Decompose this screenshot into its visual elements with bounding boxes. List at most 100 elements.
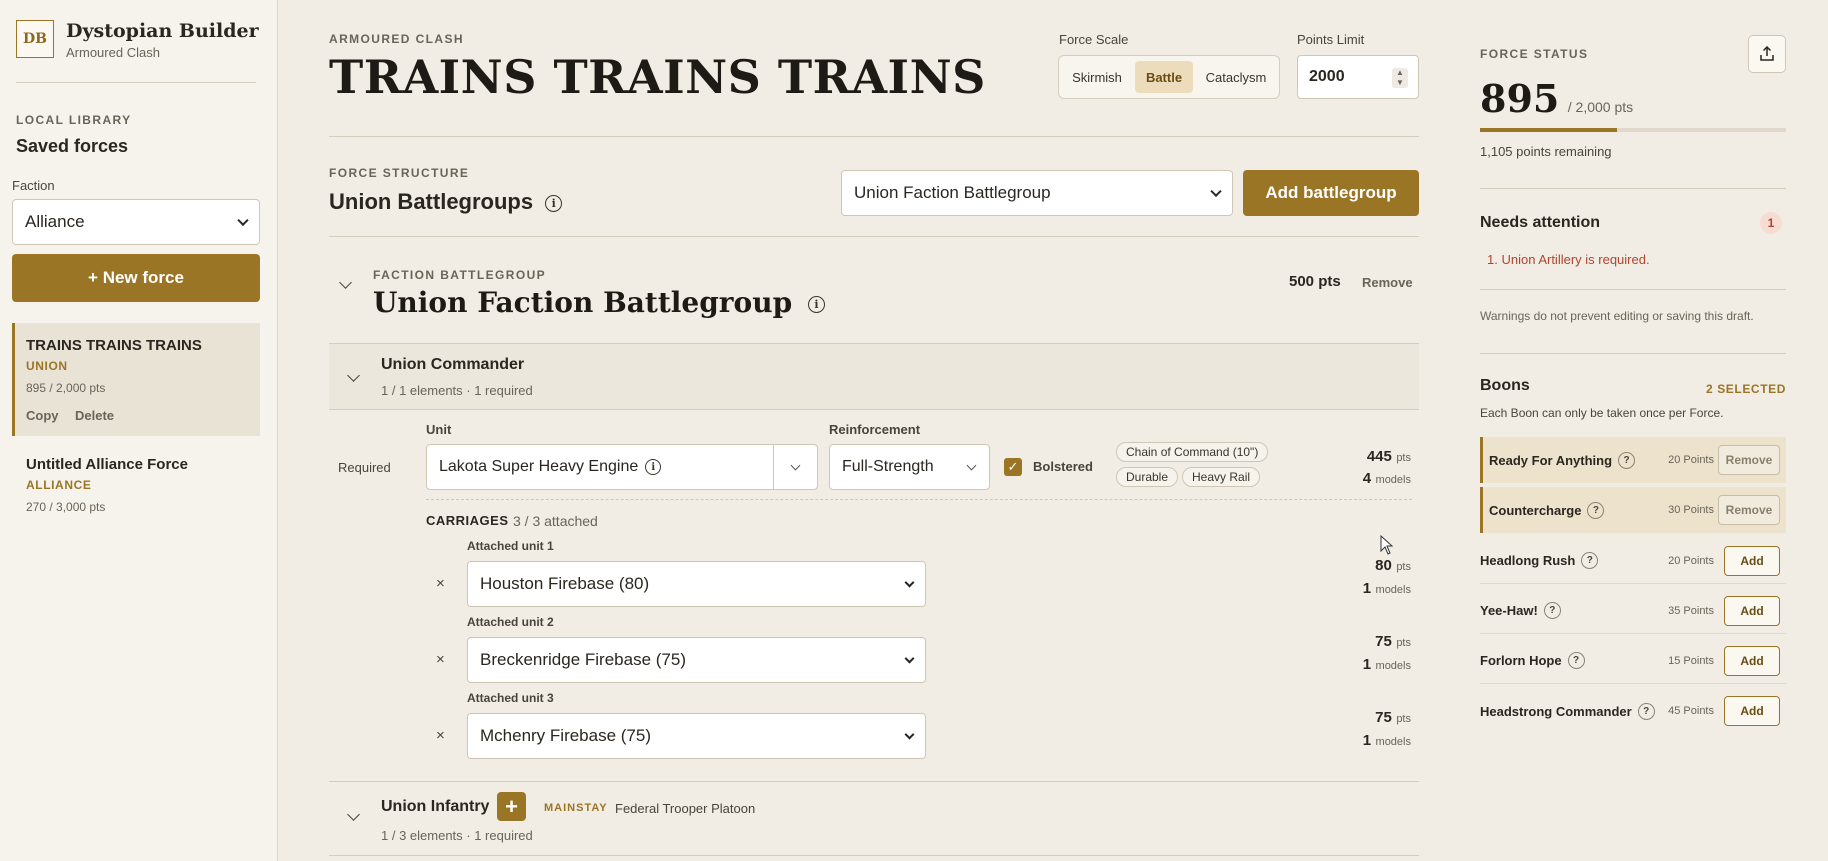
bolstered-checkbox[interactable]: ✓ [1004,458,1022,476]
section-divider [329,855,1419,856]
collapse-chevron-icon[interactable] [339,276,352,289]
boon-points: 35 Points [1668,604,1714,617]
battlegroup-title: Union Faction Battlegroup i [373,286,825,319]
add-boon-button[interactable]: Add [1724,645,1780,676]
chevron-down-icon [904,653,915,664]
boon-row-yee-haw: Yee-Haw! ? 35 Points Add [1480,588,1786,634]
remove-battlegroup-button[interactable]: Remove [1362,275,1413,290]
attention-item: 1. Union Artillery is required. [1487,252,1650,267]
sidebar-divider [16,82,256,83]
scale-option-battle[interactable]: Battle [1135,61,1193,93]
help-icon[interactable]: ? [1581,552,1599,569]
reinforcement-label: Reinforcement [829,422,921,437]
mouse-cursor-icon [1380,535,1394,555]
add-infantry-button[interactable]: + [497,792,526,821]
boon-points: 15 Points [1668,654,1714,667]
points-summary: 895 / 2,000 pts [1480,76,1633,121]
status-divider [1480,353,1786,354]
attached-unit-points: 80 pts [1375,557,1411,575]
help-icon[interactable]: ? [1543,602,1561,619]
add-boon-button[interactable]: Add [1724,595,1780,626]
points-limit-value: 2000 [1309,68,1345,85]
remove-attached-icon[interactable]: × [436,727,445,744]
help-icon[interactable]: ? [1587,501,1605,519]
help-icon[interactable]: ? [1567,652,1585,669]
info-icon[interactable]: i [645,459,662,475]
status-divider [1480,188,1786,189]
commander-meta: 1 / 1 elements · 1 required [381,383,533,398]
chevron-down-icon [1210,185,1222,198]
attached-unit-models: 1 models [1363,732,1411,750]
saved-force-name: Untitled Alliance Force [26,456,188,473]
scale-option-cataclysm[interactable]: Cataclysm [1197,61,1275,93]
unit-select[interactable]: Lakota Super Heavy Engine i [426,444,818,490]
attached-points-value: 75 [1375,633,1392,650]
commander-section-header[interactable]: Union Commander 1 / 1 elements · 1 requi… [329,344,1419,409]
add-boon-button[interactable]: Add [1724,696,1780,726]
boons-selected-count: 2 SELECTED [1705,382,1786,396]
structure-title: Union Battlegroups i [329,189,563,215]
delete-force-button[interactable]: Delete [75,408,114,423]
remove-attached-icon[interactable]: × [436,651,445,668]
attached-unit-value: Houston Firebase (80) [480,574,650,593]
app-title: Dystopian Builder [66,20,259,42]
attached-points-unit: pts [1396,561,1411,573]
add-battlegroup-button[interactable]: Add battlegroup [1243,170,1419,216]
copy-force-button[interactable]: Copy [26,408,59,423]
faction-label: Faction [12,178,55,193]
saved-force-points: 270 / 3,000 pts [26,500,106,514]
stepper-icon[interactable]: ▲ ▼ [1392,68,1408,88]
new-force-button[interactable]: + New force [12,254,260,302]
unit-models-value: 4 [1362,470,1372,487]
app-subtitle: Armoured Clash [66,45,160,60]
remove-attached-icon[interactable]: × [436,575,445,592]
boon-name: Headlong Rush [1480,553,1576,568]
attached-points-unit: pts [1396,637,1411,649]
saved-force-card-active[interactable]: TRAINS TRAINS TRAINS UNION 895 / 2,000 p… [12,323,260,436]
unit-tag: Durable [1116,467,1179,487]
reinforcement-select[interactable]: Full-Strength [829,444,990,490]
commander-title: Union Commander [381,356,525,373]
section-divider [329,409,1419,410]
points-limit-text: / 2,000 pts [1567,99,1634,115]
structure-eyebrow: FORCE STRUCTURE [329,166,470,180]
help-icon[interactable]: ? [1637,702,1655,720]
remove-boon-button[interactable]: Remove [1718,445,1780,475]
share-icon [1760,46,1774,61]
bolstered-label: Bolstered [1033,459,1093,474]
boon-row-headlong-rush: Headlong Rush ? 20 Points Add [1480,538,1786,584]
battlegroup-type-select[interactable]: Union Faction Battlegroup [841,170,1233,216]
force-scale-label: Force Scale [1059,32,1129,47]
boons-title: Boons [1480,377,1530,394]
attached-points-unit: pts [1396,713,1411,725]
remove-boon-button[interactable]: Remove [1718,495,1780,525]
help-icon[interactable]: ? [1618,451,1636,469]
info-icon[interactable]: i [807,296,825,313]
infantry-section-header[interactable]: Union Infantry + MAINSTAY Federal Troope… [329,782,1419,854]
boon-row-ready-for-anything: Ready For Anything ? 20 Points Remove [1480,437,1786,483]
scale-option-skirmish[interactable]: Skirmish [1065,61,1129,93]
attached-unit-select[interactable]: Mchenry Firebase (75) [467,713,926,759]
sidebar: DB Dystopian Builder Armoured Clash LOCA… [0,0,278,861]
faction-select[interactable]: Alliance [12,199,260,245]
battlegroup-title-text: Union Faction Battlegroup [373,286,793,319]
unit-dropdown-toggle[interactable] [773,445,817,489]
collapse-chevron-icon[interactable] [347,808,360,821]
attached-points-value: 80 [1375,557,1392,574]
battlegroup-eyebrow: FACTION BATTLEGROUP [373,268,547,282]
points-limit-input[interactable]: 2000 ▲ ▼ [1297,55,1419,99]
saved-force-card[interactable]: Untitled Alliance Force ALLIANCE 270 / 3… [12,446,260,518]
required-label: Required [338,460,391,475]
attached-unit-select[interactable]: Breckenridge Firebase (75) [467,637,926,683]
attached-unit-select[interactable]: Houston Firebase (80) [467,561,926,607]
unit-points: 445 pts [1367,448,1411,466]
add-boon-button[interactable]: Add [1724,545,1780,576]
unit-tag: Heavy Rail [1182,467,1261,487]
collapse-chevron-icon[interactable] [347,369,360,382]
boon-points: 30 Points [1668,504,1714,516]
export-button[interactable] [1748,35,1786,73]
attached-unit-models: 1 models [1363,580,1411,598]
boon-name: Yee-Haw! [1480,603,1538,618]
points-progress-bar [1480,128,1786,132]
info-icon[interactable]: i [545,194,563,212]
